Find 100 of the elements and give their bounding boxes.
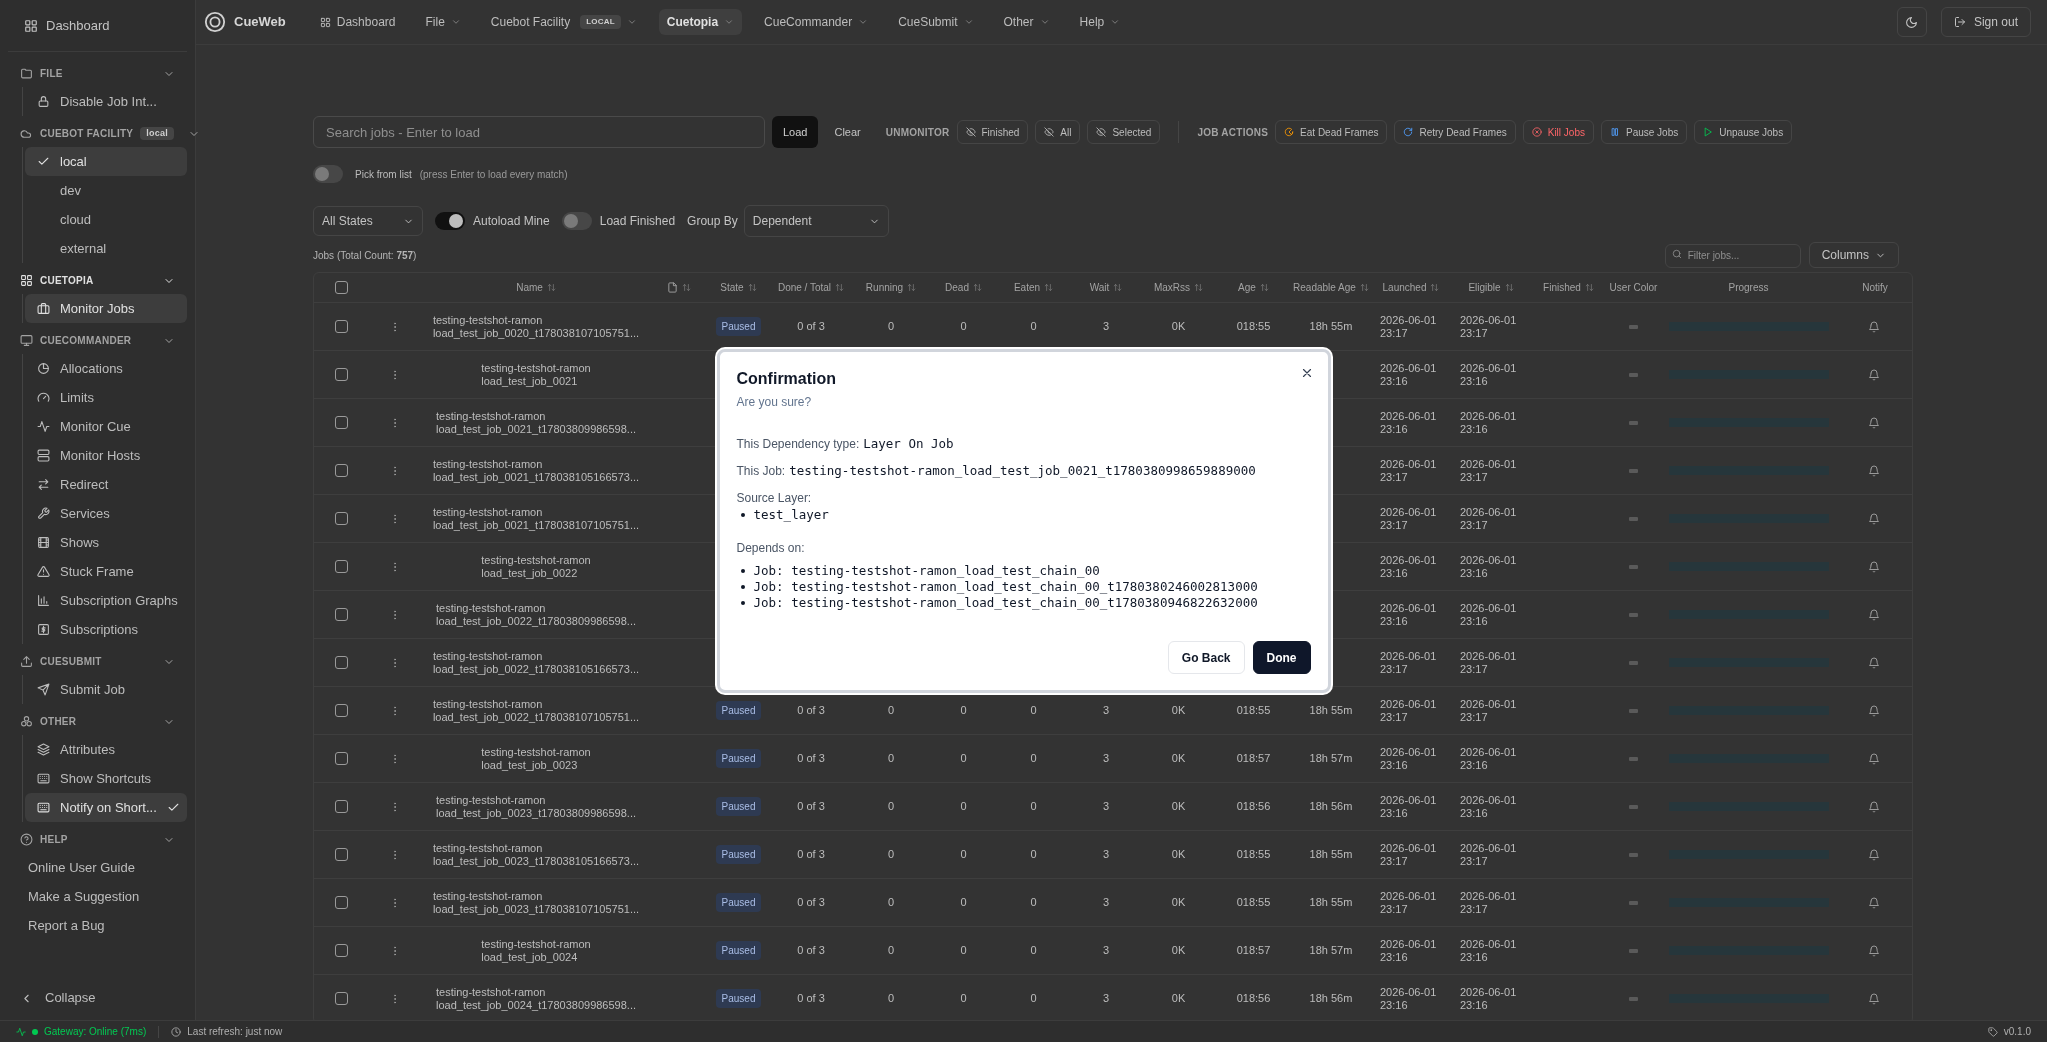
sidebar-item[interactable]: dev <box>25 176 187 205</box>
sidebar-item[interactable]: Submit Job <box>25 675 187 704</box>
section-header[interactable]: CUESUBMIT <box>8 648 187 675</box>
nav-menu[interactable]: Cuetopia <box>658 9 743 35</box>
section-header[interactable]: CUEBOT FACILITY local <box>8 120 187 147</box>
status-badge: Paused <box>715 749 762 768</box>
sidebar-link[interactable]: Report a Bug <box>12 911 187 940</box>
notify-bell-button[interactable] <box>1868 511 1882 526</box>
notify-bell-button[interactable] <box>1868 991 1882 1006</box>
dialog-button[interactable]: Done <box>1252 641 1311 675</box>
sidebar-item[interactable]: Allocations <box>25 354 187 383</box>
filter-field[interactable]: Filter jobs... <box>1664 243 1801 268</box>
notify-bell-button[interactable] <box>1868 943 1882 958</box>
sidebar-item[interactable]: Disable Job Int... <box>25 87 187 116</box>
row-checkbox[interactable] <box>334 368 348 381</box>
notify-bell-button[interactable] <box>1868 319 1882 334</box>
row-checkbox[interactable] <box>334 992 348 1005</box>
nav-menu[interactable]: Other <box>995 9 1058 35</box>
chevron-down-icon <box>1039 17 1050 27</box>
logo-icon <box>204 11 226 33</box>
notify-bell-button[interactable] <box>1868 607 1882 622</box>
notify-bell-button[interactable] <box>1868 847 1882 862</box>
search-field[interactable]: Search jobs - Enter to load <box>313 116 765 148</box>
notify-bell-button[interactable] <box>1868 655 1882 670</box>
row-checkbox[interactable] <box>334 800 348 813</box>
section-header[interactable]: OTHER <box>8 708 187 735</box>
sidebar-link[interactable]: Online User Guide <box>12 853 187 882</box>
bell-icon <box>1868 608 1880 621</box>
row-checkbox[interactable] <box>334 704 348 717</box>
load-button[interactable]: Load <box>772 116 819 148</box>
sidebar-item[interactable]: Dashboard <box>24 15 110 36</box>
sidebar-item[interactable]: Monitor Hosts <box>25 441 187 470</box>
state-select[interactable]: All States <box>313 206 423 236</box>
job-action-button[interactable]: Pause Jobs <box>1600 120 1688 144</box>
color-swatch <box>1629 420 1638 425</box>
job-action-button[interactable]: Kill Jobs <box>1522 120 1594 144</box>
nav-menu[interactable]: Cuebot Facility LOCAL <box>482 9 645 35</box>
sidebar-item[interactable]: external <box>25 234 187 263</box>
notify-bell-button[interactable] <box>1868 703 1882 718</box>
nav-menu[interactable]: CueSubmit <box>890 9 982 35</box>
row-checkbox[interactable] <box>334 752 348 765</box>
unmonitor-button[interactable]: Selected <box>1087 120 1161 144</box>
notify-bell-button[interactable] <box>1868 799 1882 814</box>
job-action-button[interactable]: Unpause Jobs <box>1694 120 1793 144</box>
sidebar-item[interactable]: Stuck Frame <box>25 557 187 586</box>
notify-bell-button[interactable] <box>1868 415 1882 430</box>
row-checkbox[interactable] <box>334 560 348 573</box>
section-header[interactable]: HELP <box>8 826 187 853</box>
row-checkbox[interactable] <box>334 896 348 909</box>
sidebar-item[interactable]: Subscriptions <box>25 615 187 644</box>
row-checkbox[interactable] <box>334 320 348 333</box>
table-cell-text: 0K <box>1171 943 1186 959</box>
collapse-button[interactable]: Collapse <box>8 988 108 1008</box>
toggle-switch[interactable] <box>561 212 592 230</box>
sidebar-item[interactable]: Shows <box>25 528 187 557</box>
sidebar-item[interactable]: Services <box>25 499 187 528</box>
row-checkbox[interactable] <box>334 848 348 861</box>
notify-bell-button[interactable] <box>1868 463 1882 478</box>
columns-button[interactable]: Columns <box>1808 242 1899 268</box>
sidebar-item[interactable]: Show Shortcuts <box>25 764 187 793</box>
section-header[interactable]: CUETOPIA <box>8 267 187 294</box>
notify-bell-button[interactable] <box>1868 751 1882 766</box>
row-checkbox[interactable] <box>334 608 348 621</box>
date-cell-text: 2026-06-01 23:17 <box>1460 889 1518 916</box>
sidebar-item[interactable]: Notify on Short... <box>25 793 187 822</box>
toggle-switch[interactable] <box>313 165 343 183</box>
toggle-switch[interactable] <box>435 212 465 230</box>
theme-toggle-button[interactable] <box>1896 7 1927 37</box>
sidebar-item[interactable]: Monitor Cue <box>25 412 187 441</box>
sidebar-item[interactable]: Redirect <box>25 470 187 499</box>
nav-menu[interactable]: Help <box>1071 9 1129 35</box>
notify-bell-button[interactable] <box>1868 895 1882 910</box>
job-action-button[interactable]: Eat Dead Frames <box>1275 120 1388 144</box>
sidebar-item[interactable]: Limits <box>25 383 187 412</box>
row-checkbox[interactable] <box>334 656 348 669</box>
sidebar-item[interactable]: Subscription Graphs <box>25 586 187 615</box>
nav-menu[interactable]: File <box>417 9 469 35</box>
select-all-checkbox[interactable] <box>334 281 348 294</box>
unmonitor-button[interactable]: Finished <box>956 120 1029 144</box>
notify-bell-button[interactable] <box>1868 367 1882 382</box>
row-checkbox[interactable] <box>334 944 348 957</box>
section-header[interactable]: FILE <box>8 60 187 87</box>
job-action-button[interactable]: Retry Dead Frames <box>1394 120 1516 144</box>
sidebar-link[interactable]: Make a Suggestion <box>12 882 187 911</box>
clear-button[interactable]: Clear <box>825 117 870 147</box>
unmonitor-button[interactable]: All <box>1035 120 1081 144</box>
dialog-button[interactable]: Go Back <box>1167 641 1245 675</box>
row-checkbox[interactable] <box>334 512 348 525</box>
sidebar-item[interactable]: Attributes <box>25 735 187 764</box>
nav-menu[interactable]: CueCommander <box>756 9 877 35</box>
row-checkbox[interactable] <box>334 464 348 477</box>
group-by-select[interactable]: Dependent <box>743 205 889 237</box>
sidebar-item[interactable]: local <box>25 147 187 176</box>
sidebar-item[interactable]: cloud <box>25 205 187 234</box>
notify-bell-button[interactable] <box>1868 559 1882 574</box>
sign-out-button[interactable]: Sign out <box>1940 7 2031 37</box>
section-header[interactable]: CUECOMMANDER <box>8 327 187 354</box>
row-checkbox[interactable] <box>334 416 348 429</box>
sidebar-item[interactable]: Monitor Jobs <box>25 294 187 323</box>
nav-menu[interactable]: Dashboard <box>311 9 404 35</box>
